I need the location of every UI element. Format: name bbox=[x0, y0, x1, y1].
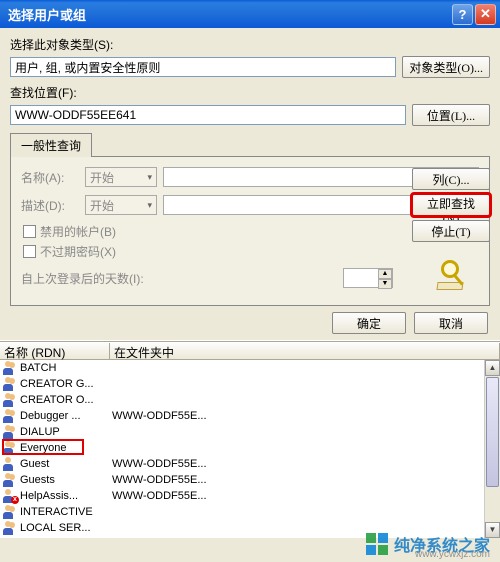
spin-down-button[interactable]: ▼ bbox=[378, 279, 392, 289]
no-expire-checkbox[interactable] bbox=[23, 245, 36, 258]
chevron-down-icon: ▾ bbox=[147, 172, 152, 183]
stop-button[interactable]: 停止(T) bbox=[412, 220, 490, 242]
results-list: BATCH CREATOR G... CREATOR O... Debugger ..… bbox=[0, 360, 500, 538]
column-header-name[interactable]: 名称 (RDN) bbox=[0, 343, 110, 359]
list-item[interactable]: Everyone bbox=[0, 440, 500, 456]
group-icon bbox=[2, 505, 18, 519]
user-icon bbox=[2, 457, 18, 471]
user-icon: x bbox=[2, 489, 18, 503]
location-input[interactable] bbox=[10, 105, 406, 125]
window-title: 选择用户或组 bbox=[8, 5, 450, 24]
list-item[interactable]: Debugger ...WWW-ODDF55E... bbox=[0, 408, 500, 424]
disabled-accounts-checkbox[interactable] bbox=[23, 225, 36, 238]
object-type-label: 选择此对象类型(S): bbox=[10, 36, 490, 53]
search-icon bbox=[412, 260, 490, 290]
result-name: INTERACTIVE bbox=[20, 506, 112, 518]
list-item[interactable]: GuestsWWW-ODDF55E... bbox=[0, 472, 500, 488]
object-type-button[interactable]: 对象类型(O)... bbox=[402, 56, 490, 78]
list-item[interactable]: GuestWWW-ODDF55E... bbox=[0, 456, 500, 472]
result-folder: WWW-ODDF55E... bbox=[112, 410, 500, 422]
cancel-button[interactable]: 取消 bbox=[414, 312, 488, 334]
result-name: LOCAL SER... bbox=[20, 522, 112, 534]
tab-general-query[interactable]: 一般性查询 bbox=[10, 133, 92, 157]
group-icon bbox=[2, 521, 18, 535]
location-button[interactable]: 位置(L)... bbox=[412, 104, 490, 126]
find-now-button[interactable]: 立即查找(N) bbox=[412, 194, 490, 216]
group-icon bbox=[2, 377, 18, 391]
scrollbar-thumb[interactable] bbox=[486, 377, 499, 487]
list-item[interactable]: xHelpAssis...WWW-ODDF55E... bbox=[0, 488, 500, 504]
desc-mode-dropdown[interactable]: 开始▾ bbox=[85, 195, 157, 215]
result-name: CREATOR G... bbox=[20, 378, 112, 390]
close-button[interactable]: ✕ bbox=[475, 4, 496, 25]
result-name: Debugger ... bbox=[20, 410, 112, 422]
result-name: Guest bbox=[20, 458, 112, 470]
result-name: DIALUP bbox=[20, 426, 112, 438]
disabled-accounts-label: 禁用的帐户(B) bbox=[40, 223, 116, 240]
result-name: HelpAssis... bbox=[20, 490, 112, 502]
watermark-url: www.ycwxjz.com bbox=[415, 549, 490, 560]
group-icon bbox=[2, 473, 18, 487]
columns-button[interactable]: 列(C)... bbox=[412, 168, 490, 190]
watermark: 纯净系统之家 www.ycwxjz.com bbox=[366, 532, 490, 556]
desc-label: 描述(D): bbox=[21, 197, 79, 214]
ok-button[interactable]: 确定 bbox=[332, 312, 406, 334]
spin-up-button[interactable]: ▲ bbox=[378, 269, 392, 279]
group-icon bbox=[2, 441, 18, 455]
list-item[interactable]: CREATOR G... bbox=[0, 376, 500, 392]
result-name: Guests bbox=[20, 474, 112, 486]
dialog-body: 选择此对象类型(S): 对象类型(O)... 查找位置(F): 位置(L)...… bbox=[0, 28, 500, 306]
result-folder: WWW-ODDF55E... bbox=[112, 474, 500, 486]
titlebar: 选择用户或组 ? ✕ bbox=[0, 0, 500, 28]
result-name: BATCH bbox=[20, 362, 112, 374]
result-name: Everyone bbox=[20, 442, 112, 454]
chevron-down-icon: ▾ bbox=[147, 200, 152, 211]
column-header-folder[interactable]: 在文件夹中 bbox=[110, 343, 500, 359]
scroll-up-button[interactable]: ▲ bbox=[485, 360, 500, 376]
watermark-logo-icon bbox=[366, 533, 388, 555]
list-item[interactable]: INTERACTIVE bbox=[0, 504, 500, 520]
result-folder: WWW-ODDF55E... bbox=[112, 490, 500, 502]
location-label: 查找位置(F): bbox=[10, 84, 490, 101]
help-button[interactable]: ? bbox=[452, 4, 473, 25]
vertical-scrollbar[interactable]: ▲ ▼ bbox=[484, 360, 500, 538]
list-item[interactable]: DIALUP bbox=[0, 424, 500, 440]
list-item[interactable]: BATCH bbox=[0, 360, 500, 376]
days-since-login-input[interactable]: ▲ ▼ bbox=[343, 268, 393, 288]
result-name: CREATOR O... bbox=[20, 394, 112, 406]
group-icon bbox=[2, 409, 18, 423]
no-expire-label: 不过期密码(X) bbox=[40, 243, 116, 260]
name-label: 名称(A): bbox=[21, 169, 79, 186]
days-since-login-label: 自上次登录后的天数(I): bbox=[21, 270, 337, 287]
result-folder: WWW-ODDF55E... bbox=[112, 458, 500, 470]
name-mode-dropdown[interactable]: 开始▾ bbox=[85, 167, 157, 187]
group-icon bbox=[2, 393, 18, 407]
list-item[interactable]: CREATOR O... bbox=[0, 392, 500, 408]
object-type-input[interactable] bbox=[10, 57, 396, 77]
group-icon bbox=[2, 361, 18, 375]
group-icon bbox=[2, 425, 18, 439]
results-header: 名称 (RDN) 在文件夹中 bbox=[0, 342, 500, 360]
